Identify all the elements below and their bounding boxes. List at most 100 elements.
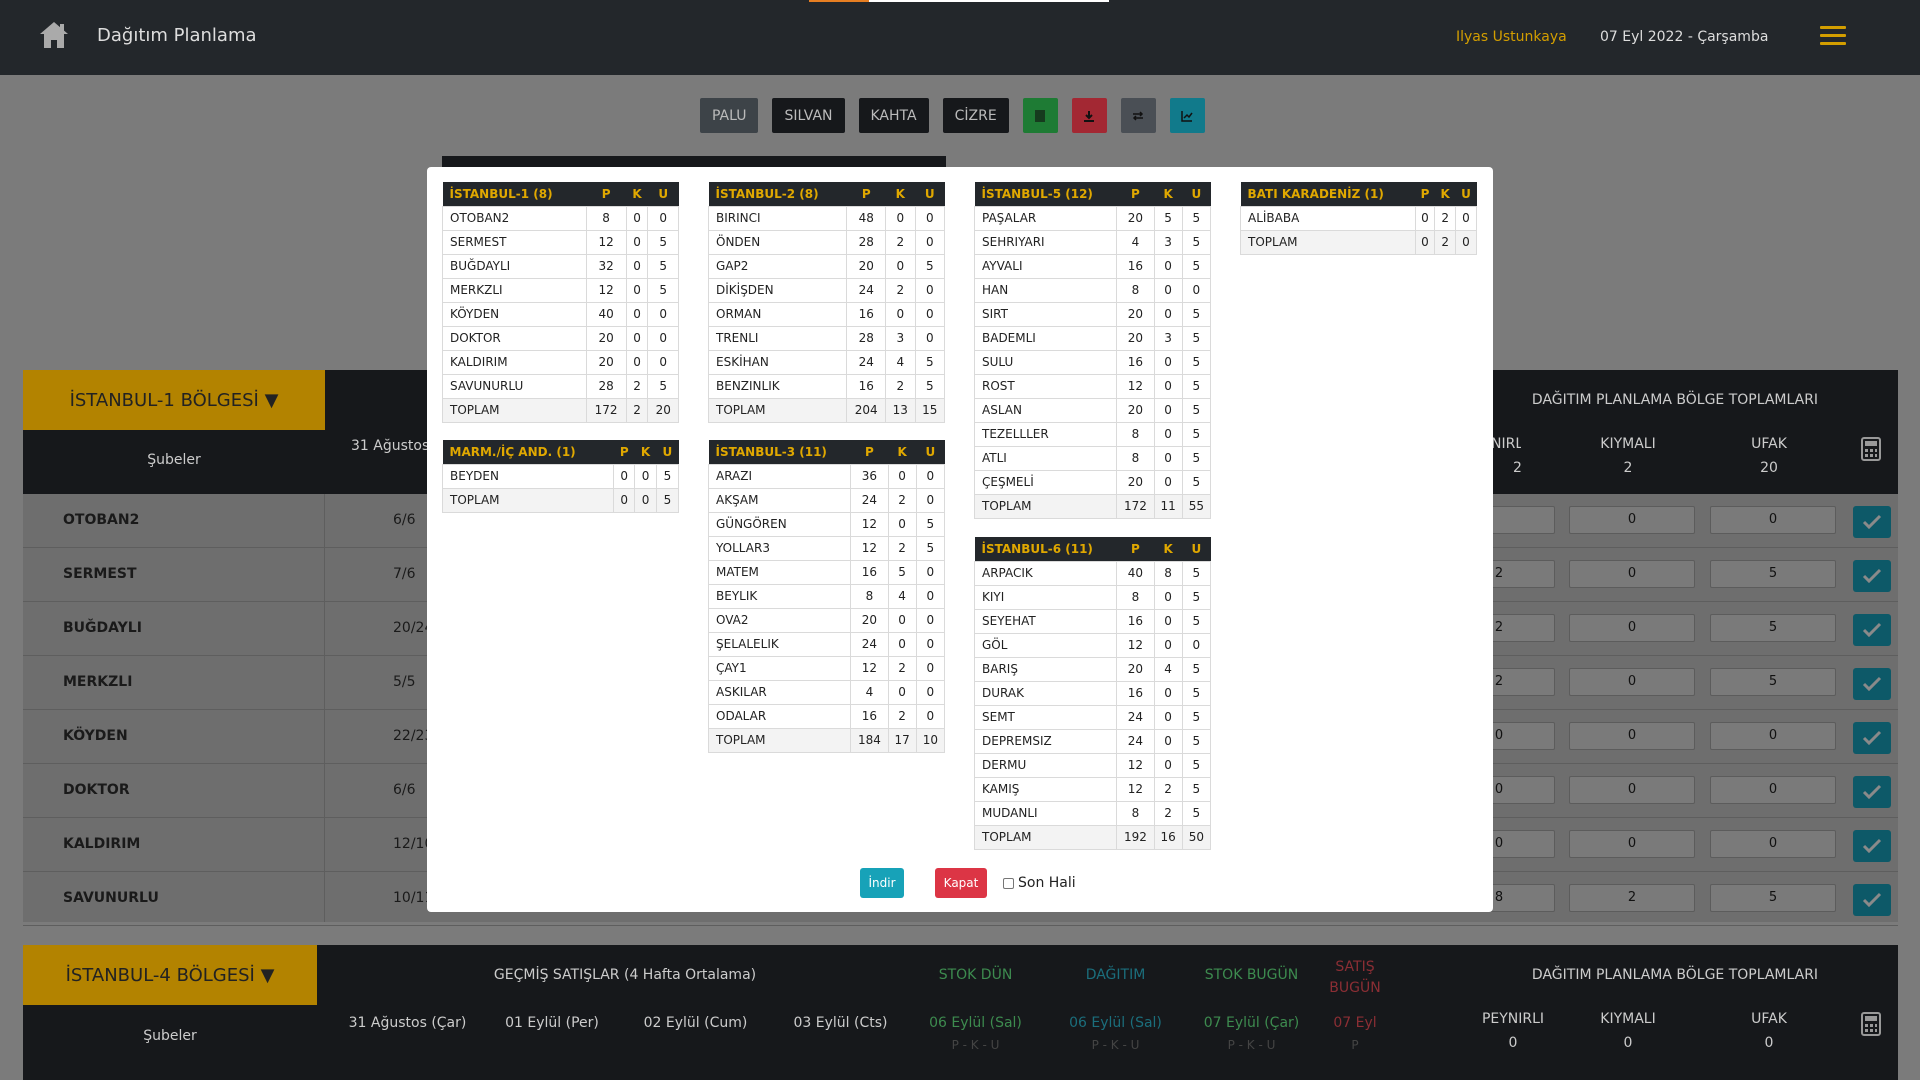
col-k: K bbox=[634, 440, 657, 464]
calculator-icon[interactable] bbox=[1861, 1012, 1881, 1040]
table-row: YOLLAR3 12 2 5 bbox=[707, 535, 946, 561]
region-istanbul-4: İSTANBUL-4 BÖLGESİ ▼ Şubeler GEÇMİŞ SATI… bbox=[23, 945, 1898, 1080]
store-button-silvan[interactable]: SILVAN bbox=[772, 98, 845, 133]
totals-label: DAĞITIM PLANLAMA BÖLGE TOPLAMLARI bbox=[1531, 967, 1819, 983]
table-row: PAŞALAR 20 5 5 bbox=[973, 205, 1212, 231]
col-k: K bbox=[1434, 182, 1456, 206]
confirm-check-button[interactable] bbox=[1853, 776, 1891, 808]
ufak-input[interactable]: 5 bbox=[1710, 560, 1836, 588]
branches-label: Şubeler bbox=[147, 452, 201, 468]
table-row: KALDIRIM 20 0 0 bbox=[442, 349, 679, 375]
stock-today-label: STOK BUGÜN bbox=[1204, 967, 1299, 983]
confirm-check-button[interactable] bbox=[1853, 884, 1891, 916]
col-k: K bbox=[1154, 182, 1183, 206]
table-row: AYVALI 16 0 5 bbox=[973, 253, 1212, 279]
totals-value-kiymali: 0 bbox=[1623, 1035, 1633, 1051]
date-col-header: 31 Ağustos bbox=[351, 438, 430, 454]
table-row: DERMU 12 0 5 bbox=[973, 752, 1212, 778]
branch-name: BUĞDAYLI bbox=[63, 620, 142, 636]
table-row: BUĞDAYLI 32 0 5 bbox=[442, 253, 679, 279]
ufak-input[interactable]: 0 bbox=[1710, 776, 1836, 804]
col-u: U bbox=[656, 440, 679, 464]
col-p: P bbox=[1116, 537, 1154, 561]
ufak-input[interactable]: 0 bbox=[1710, 830, 1836, 858]
kiymali-input[interactable]: 0 bbox=[1569, 506, 1695, 534]
table-row: DOKTOR 20 0 0 bbox=[442, 325, 679, 351]
download-icon[interactable] bbox=[1071, 98, 1107, 133]
region-title[interactable]: İSTANBUL-4 BÖLGESİ ▼ bbox=[23, 945, 317, 1005]
stock-today-date: 07 Eylül (Çar) bbox=[1203, 1015, 1300, 1031]
col-u: U bbox=[1455, 182, 1477, 206]
ufak-input[interactable]: 0 bbox=[1710, 722, 1836, 750]
modal-footer: İndir Kapat Son Hali bbox=[860, 868, 1076, 898]
totals-header-ufak: UFAK bbox=[1751, 1011, 1787, 1027]
branch-fraction: 7/6 bbox=[393, 566, 416, 582]
branch-name: DOKTOR bbox=[63, 782, 130, 798]
kiymali-input[interactable]: 0 bbox=[1569, 668, 1695, 696]
menu-icon[interactable] bbox=[1820, 26, 1846, 46]
totals-value-ufak: 0 bbox=[1764, 1035, 1774, 1051]
store-button-cizre[interactable]: CİZRE bbox=[942, 98, 1009, 133]
kiymali-input[interactable]: 2 bbox=[1569, 884, 1695, 912]
region-title[interactable]: İSTANBUL-1 BÖLGESİ ▼ bbox=[23, 370, 325, 430]
table-row: BENZINLIK 16 2 5 bbox=[707, 373, 946, 399]
table-total-row: TOPLAM 192 16 50 bbox=[973, 824, 1212, 850]
kiymali-input[interactable]: 0 bbox=[1569, 560, 1695, 588]
table-row: KAMIŞ 12 2 5 bbox=[973, 776, 1212, 802]
history-date-4: 03 Eylül (Cts) bbox=[793, 1015, 888, 1031]
totals-header-peynirli: PEYNIRLI bbox=[1481, 1011, 1545, 1027]
confirm-check-button[interactable] bbox=[1853, 506, 1891, 538]
store-button-palu[interactable]: PALU bbox=[700, 98, 759, 133]
ufak-input[interactable]: 5 bbox=[1710, 614, 1836, 642]
calculator-icon[interactable] bbox=[1861, 437, 1881, 465]
confirm-check-button[interactable] bbox=[1853, 614, 1891, 646]
table-row: SERMEST 12 0 5 bbox=[442, 229, 679, 255]
ufak-input[interactable]: 5 bbox=[1710, 668, 1836, 696]
confirm-check-button[interactable] bbox=[1853, 668, 1891, 700]
sales-today-date: 07 Eyl bbox=[1333, 1015, 1377, 1031]
table-row: ORMAN 16 0 0 bbox=[707, 301, 946, 327]
col-k: K bbox=[1154, 537, 1183, 561]
table-row: SEHRIYARI 4 3 5 bbox=[973, 229, 1212, 255]
kiymali-input[interactable]: 0 bbox=[1569, 776, 1695, 804]
table-row: SEYEHAT 16 0 5 bbox=[973, 608, 1212, 634]
transfer-icon[interactable] bbox=[1120, 98, 1156, 133]
table-row: AKŞAM 24 2 0 bbox=[707, 487, 946, 513]
chart-icon[interactable] bbox=[1169, 98, 1205, 133]
store-button-kahta[interactable]: KAHTA bbox=[858, 98, 929, 133]
col-k: K bbox=[885, 182, 916, 206]
close-button[interactable]: Kapat bbox=[935, 868, 987, 898]
confirm-check-button[interactable] bbox=[1853, 722, 1891, 754]
table-row: ASLAN 20 0 5 bbox=[973, 397, 1212, 423]
table-row: OTOBAN2 8 0 0 bbox=[442, 205, 679, 231]
download-button[interactable]: İndir bbox=[860, 868, 904, 898]
user-name[interactable]: Ilyas Ustunkaya bbox=[1456, 29, 1567, 45]
branch-fraction: 5/5 bbox=[393, 674, 416, 690]
kiymali-input[interactable]: 0 bbox=[1569, 830, 1695, 858]
col-u: U bbox=[1182, 537, 1211, 561]
home-icon[interactable] bbox=[38, 20, 68, 50]
ufak-input[interactable]: 5 bbox=[1710, 884, 1836, 912]
son-hali-checkbox-wrap[interactable]: Son Hali bbox=[1003, 875, 1076, 891]
ufak-input[interactable]: 0 bbox=[1710, 506, 1836, 534]
history-date-1: 31 Ağustos (Çar) bbox=[348, 1015, 467, 1031]
table-total-row: TOPLAM 0 2 0 bbox=[1240, 229, 1478, 255]
table-row: ÖNDEN 28 2 0 bbox=[707, 229, 946, 255]
stock-yesterday-date: 06 Eylül (Sal) bbox=[929, 1015, 1022, 1031]
excel-icon[interactable] bbox=[1022, 98, 1058, 133]
totals-value-ufak: 20 bbox=[1760, 460, 1778, 476]
sales-today-label: SATIŞ BUGÜN bbox=[1329, 959, 1381, 996]
confirm-check-button[interactable] bbox=[1853, 560, 1891, 592]
stock-yesterday-pku: P - K - U bbox=[951, 1038, 1000, 1052]
totals-header-kiymali: KIYMALI bbox=[1600, 1011, 1656, 1027]
confirm-check-button[interactable] bbox=[1853, 830, 1891, 862]
table-row: ODALAR 16 2 0 bbox=[707, 703, 946, 729]
table-row: DURAK 16 0 5 bbox=[973, 680, 1212, 706]
kiymali-input[interactable]: 0 bbox=[1569, 722, 1695, 750]
kiymali-input[interactable]: 0 bbox=[1569, 614, 1695, 642]
son-hali-checkbox[interactable] bbox=[1003, 877, 1014, 889]
table-row: BEYLIK 8 4 0 bbox=[707, 583, 946, 609]
summary-table-istanbul-5: İSTANBUL-5 (12) P K U PAŞALAR 20 5 5 SEHRIYARI… bbox=[973, 182, 1212, 519]
history-label: GEÇMİŞ SATIŞLAR (4 Hafta Ortalama) bbox=[493, 967, 757, 983]
store-button-row: PALU SILVAN KAHTA CİZRE bbox=[700, 98, 1205, 133]
